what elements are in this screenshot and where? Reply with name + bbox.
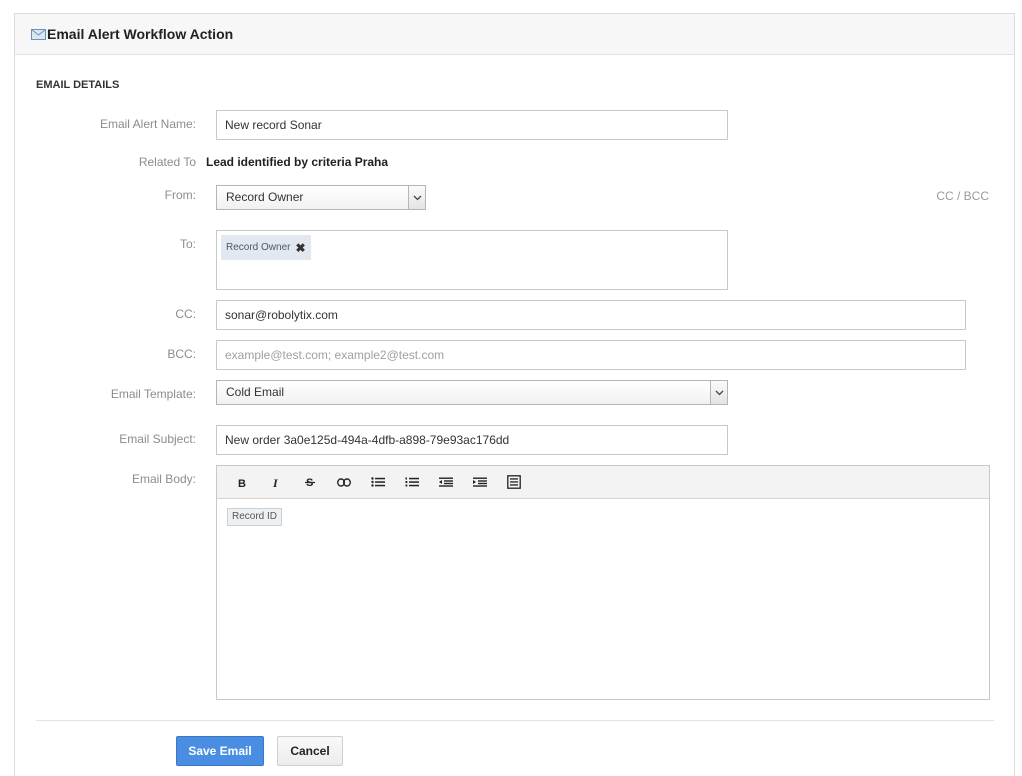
recipient-chip-label: Record Owner	[226, 242, 291, 253]
svg-text:I: I	[272, 477, 279, 488]
email-body-label: Email Body:	[131, 472, 196, 486]
chevron-down-icon[interactable]	[710, 381, 727, 404]
panel-title: Email Alert Workflow Action	[47, 26, 234, 42]
numbered-list-icon[interactable]	[395, 470, 429, 494]
email-template-label: Email Template:	[110, 387, 196, 401]
from-label: From:	[164, 188, 196, 202]
svg-text:B: B	[238, 478, 246, 488]
form-divider	[36, 720, 994, 721]
source-icon[interactable]	[497, 470, 531, 494]
cc-input[interactable]: sonar@robolytix.com	[216, 300, 966, 330]
related-to-value: Lead identified by criteria Praha	[206, 155, 389, 169]
alert-name-label: Email Alert Name:	[99, 117, 196, 131]
email-body-editor[interactable]: B I S Record ID	[216, 465, 990, 700]
panel-header: Email Alert Workflow Action	[15, 14, 1014, 55]
indent-icon[interactable]	[463, 470, 497, 494]
bulleted-list-icon[interactable]	[361, 470, 395, 494]
email-alert-panel: Email Alert Workflow Action EMAIL DETAIL…	[14, 13, 1015, 776]
email-subject-input[interactable]: New order 3a0e125d-494a-4dfb-a898-79e93a…	[216, 425, 728, 455]
merge-field-tag[interactable]: Record ID	[227, 508, 283, 526]
from-select[interactable]: Record Owner	[216, 185, 426, 210]
remove-recipient-icon[interactable]: ✖	[295, 241, 305, 255]
cancel-button[interactable]: Cancel	[277, 736, 343, 766]
envelope-icon	[31, 29, 46, 40]
email-template-selected-value: Cold Email	[226, 385, 285, 399]
alert-name-input[interactable]: New record Sonar	[216, 110, 728, 140]
related-to-label: Related To	[138, 155, 196, 169]
to-label: To:	[179, 237, 196, 251]
bcc-label: BCC:	[167, 347, 196, 361]
recipient-chip: Record Owner ✖	[221, 235, 311, 260]
bcc-input[interactable]: example@test.com; example2@test.com	[216, 340, 966, 370]
email-subject-label: Email Subject:	[119, 432, 196, 446]
editor-toolbar: B I S	[217, 466, 989, 499]
bold-icon[interactable]: B	[225, 470, 259, 494]
outdent-icon[interactable]	[429, 470, 463, 494]
email-template-select[interactable]: Cold Email	[216, 380, 728, 405]
section-title: EMAIL DETAILS	[36, 79, 120, 91]
save-email-button[interactable]: Save Email	[176, 736, 264, 766]
strikethrough-icon[interactable]: S	[293, 470, 327, 494]
link-icon[interactable]	[327, 470, 361, 494]
to-recipients-field[interactable]: Record Owner ✖	[216, 230, 728, 290]
italic-icon[interactable]: I	[259, 470, 293, 494]
chevron-down-icon[interactable]	[408, 186, 425, 209]
from-selected-value: Record Owner	[226, 190, 304, 204]
cc-label: CC:	[175, 307, 196, 321]
cc-bcc-link[interactable]: CC / BCC	[936, 189, 989, 203]
